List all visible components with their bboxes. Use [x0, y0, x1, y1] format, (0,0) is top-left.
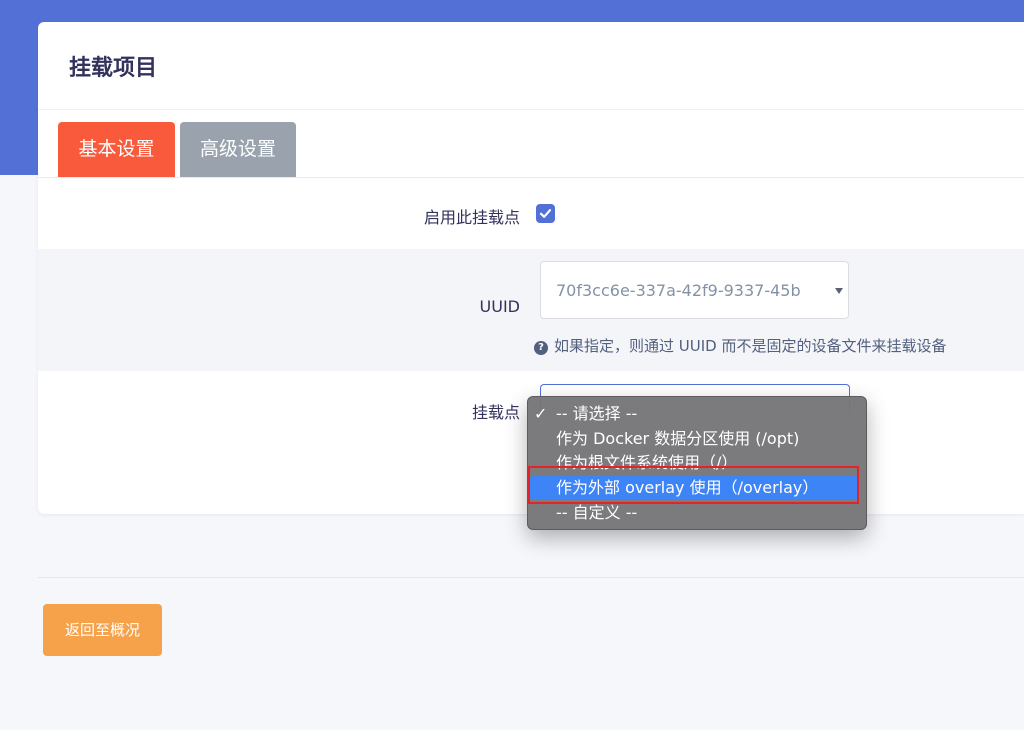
uuid-row: UUID 70f3cc6e-337a-42f9-9337-45b ? 如果指定，则… — [38, 249, 1024, 371]
question-circle-icon: ? — [534, 341, 548, 355]
enable-mount-checkbox[interactable] — [536, 204, 555, 223]
dropdown-option-overlay[interactable]: 作为外部 overlay 使用（/overlay） — [530, 476, 858, 500]
mountpoint-label: 挂载点 — [471, 403, 520, 422]
uuid-help-text: 如果指定，则通过 UUID 而不是固定的设备文件来挂载设备 — [554, 337, 947, 355]
dropdown-option-please-select[interactable]: ✓ -- 请选择 -- — [530, 402, 858, 426]
tab-advanced-settings[interactable]: 高级设置 — [180, 122, 296, 178]
footer-divider — [38, 577, 1024, 578]
checkmark-icon: ✓ — [534, 404, 548, 423]
dropdown-option-root-fs[interactable]: 作为根文件系统使用（/） — [530, 451, 858, 475]
title-divider — [38, 109, 1024, 110]
checkmark-icon — [539, 209, 552, 218]
uuid-label: UUID — [479, 297, 520, 316]
uuid-select[interactable]: 70f3cc6e-337a-42f9-9337-45b — [540, 261, 849, 319]
page-title: 挂载项目 — [69, 56, 158, 81]
tab-bar-divider — [38, 177, 1024, 178]
dropdown-option-custom[interactable]: -- 自定义 -- — [530, 501, 858, 525]
back-to-overview-button[interactable]: 返回至概况 — [43, 604, 162, 656]
dropdown-option-docker-opt[interactable]: 作为 Docker 数据分区使用 (/opt) — [530, 427, 858, 451]
tab-basic-settings[interactable]: 基本设置 — [58, 122, 175, 178]
uuid-help: ? 如果指定，则通过 UUID 而不是固定的设备文件来挂载设备 — [534, 335, 946, 356]
mountpoint-dropdown-menu: ✓ -- 请选择 -- 作为 Docker 数据分区使用 (/opt) 作为根文… — [527, 396, 867, 530]
uuid-value: 70f3cc6e-337a-42f9-9337-45b — [556, 281, 801, 300]
enable-mount-label: 启用此挂载点 — [423, 208, 520, 227]
chevron-down-icon — [835, 288, 843, 294]
